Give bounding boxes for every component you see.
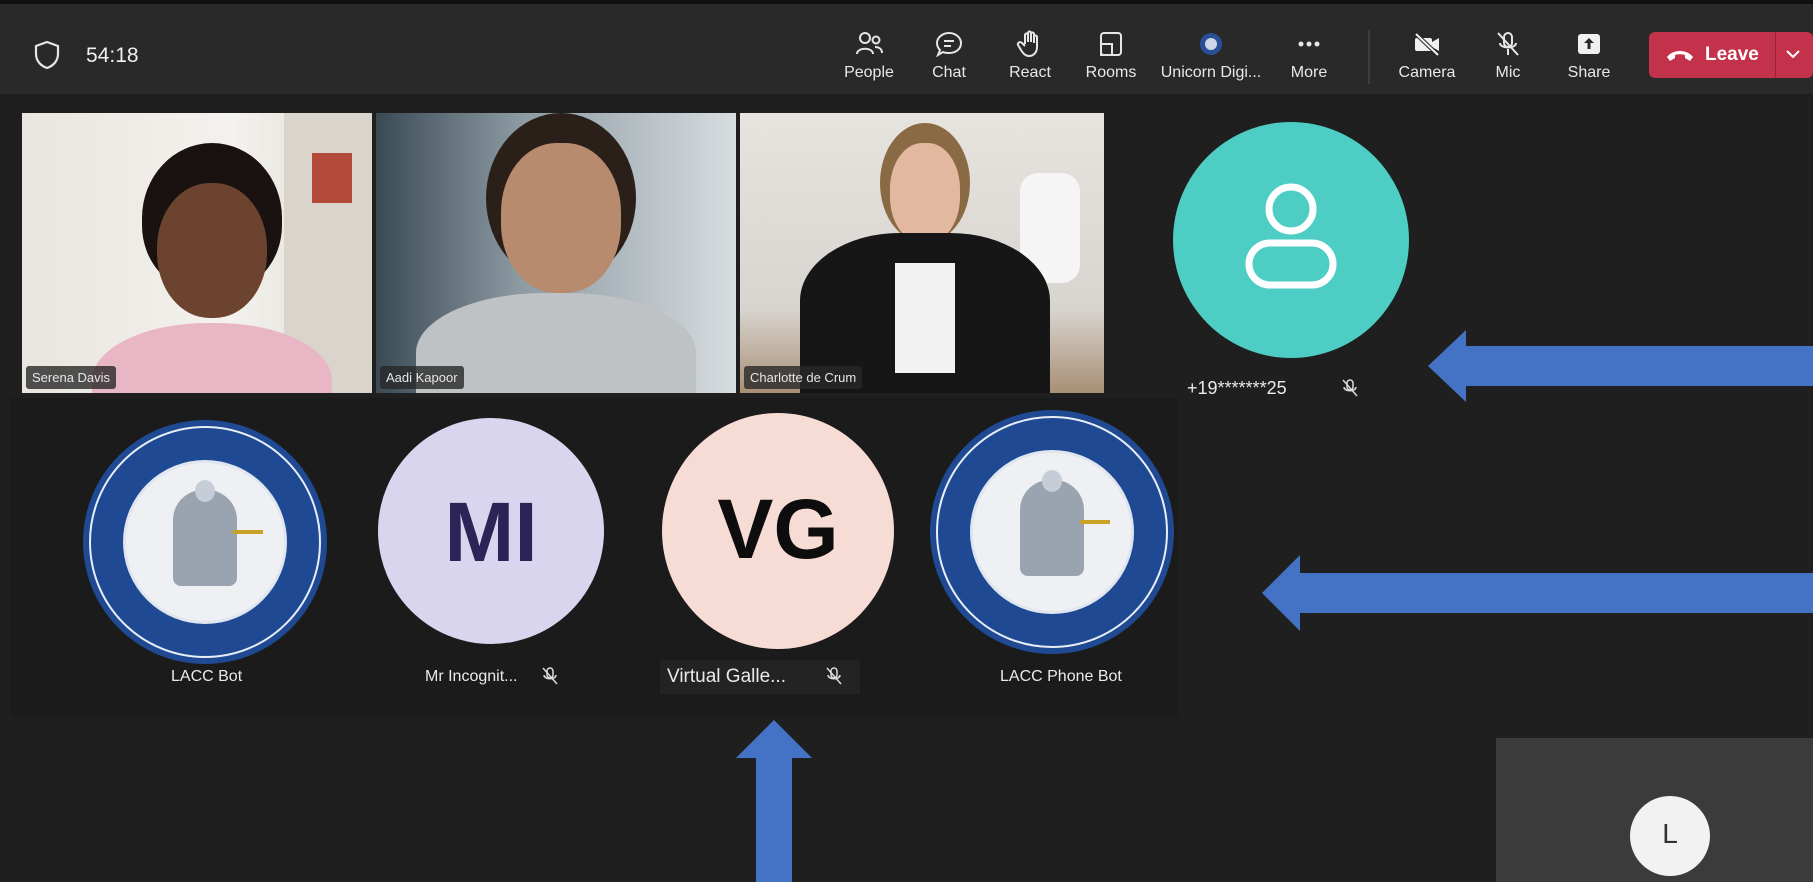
avatar-initials: MI	[444, 485, 538, 579]
participant-name: Virtual Galle...	[667, 666, 786, 687]
people-label: People	[844, 64, 894, 81]
chevron-down-icon[interactable]	[1785, 48, 1801, 60]
mic-label: Mic	[1495, 64, 1521, 81]
people-icon	[856, 32, 883, 55]
react-button[interactable]: React	[988, 24, 1072, 94]
raise-hand-icon	[1016, 30, 1038, 58]
shield-icon[interactable]	[34, 40, 60, 70]
app-label: Unicorn Digi...	[1160, 64, 1262, 81]
participant-name: LACC Bot	[171, 668, 243, 685]
participant-avatar-mi[interactable]: MI	[378, 418, 604, 644]
share-icon	[1578, 34, 1600, 54]
chat-button[interactable]: Chat	[907, 24, 991, 94]
rooms-label: Rooms	[1085, 64, 1137, 81]
video-tile-serena[interactable]: Serena Davis	[22, 113, 372, 393]
participant-name: LACC Phone Bot	[1000, 668, 1122, 685]
meeting-timer: 54:18	[86, 44, 139, 67]
phone-hangup-icon	[1667, 51, 1693, 61]
phone-caller-number: +19*******25	[1187, 378, 1287, 398]
share-button[interactable]: Share	[1547, 24, 1631, 94]
participant-blouse	[895, 263, 955, 373]
participant-name: Mr Incognit...	[425, 668, 518, 685]
self-avatar-initial: L	[1662, 818, 1678, 849]
mic-off-icon	[542, 667, 558, 685]
person-icon	[1245, 183, 1337, 289]
camera-label: Camera	[1398, 64, 1456, 81]
mic-off-icon	[1342, 379, 1358, 397]
mic-off-icon	[826, 667, 842, 685]
more-icon	[1298, 41, 1320, 47]
camera-button[interactable]: Camera	[1385, 24, 1469, 94]
chat-label: Chat	[932, 64, 966, 81]
meeting-toolbar: 54:18 People Chat React Rooms Unicorn Di…	[0, 0, 1813, 94]
video-tile-charlotte[interactable]: Charlotte de Crum	[740, 113, 1104, 393]
share-label: Share	[1567, 64, 1611, 81]
books	[312, 153, 352, 203]
video-tile-aadi[interactable]: Aadi Kapoor	[376, 113, 736, 393]
people-button[interactable]: People	[827, 24, 911, 94]
self-view-panel[interactable]: L	[1496, 738, 1813, 882]
mic-button[interactable]: Mic	[1466, 24, 1550, 94]
court-seal-logo	[83, 420, 327, 664]
app-seal-icon	[1200, 33, 1222, 55]
mic-off-icon	[1497, 32, 1519, 56]
app-button[interactable]: Unicorn Digi...	[1159, 24, 1263, 94]
participant-face	[501, 143, 621, 293]
participant-face	[157, 183, 267, 318]
participant-name-tag: Serena Davis	[26, 366, 117, 389]
participant-name-tag: Aadi Kapoor	[380, 366, 464, 389]
more-button[interactable]: More	[1267, 24, 1351, 94]
participant-face	[890, 143, 960, 243]
chat-icon	[935, 31, 963, 58]
meeting-window: 54:18 People Chat React Rooms Unicorn Di…	[0, 0, 1813, 882]
camera-off-icon	[1414, 32, 1440, 57]
react-label: React	[1009, 64, 1051, 81]
participant-name-tag: Charlotte de Crum	[744, 366, 863, 389]
leave-button[interactable]: Leave	[1649, 32, 1813, 78]
court-seal-logo	[930, 410, 1174, 654]
phone-caller-avatar[interactable]	[1173, 122, 1409, 358]
avatar-initials: VG	[717, 482, 839, 576]
participant-avatar-vg[interactable]: VG	[662, 413, 894, 649]
leave-label: Leave	[1705, 44, 1759, 65]
rooms-icon	[1100, 32, 1122, 56]
rooms-button[interactable]: Rooms	[1069, 24, 1153, 94]
self-avatar: L	[1630, 796, 1710, 876]
more-label: More	[1290, 64, 1328, 81]
toolbar-divider	[1368, 30, 1370, 84]
leave-separator	[1775, 32, 1776, 78]
